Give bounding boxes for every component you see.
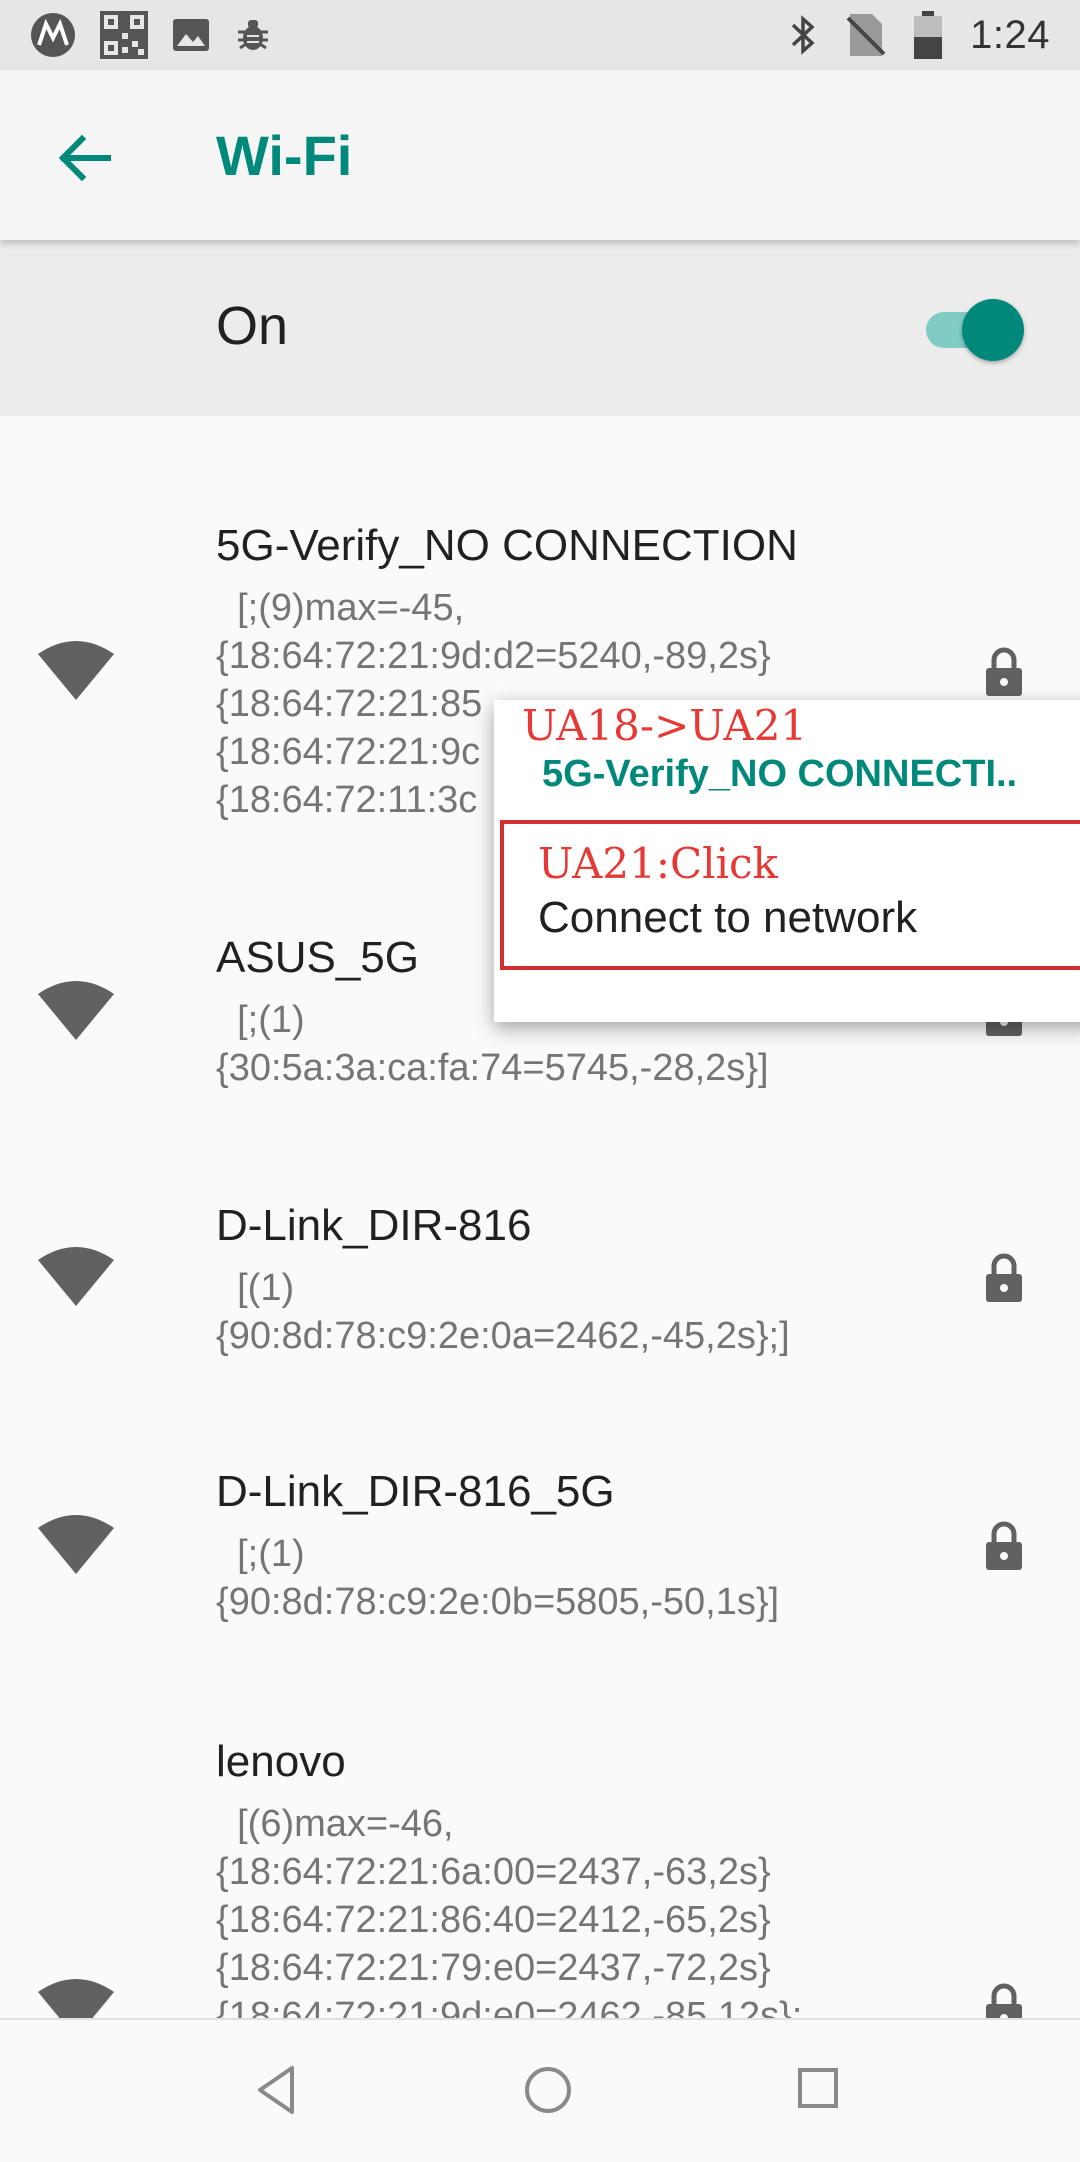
lock-icon: [986, 1253, 1022, 1302]
recents-nav-icon[interactable]: [788, 2060, 848, 2120]
qr-code-icon: [100, 11, 148, 59]
network-list-item[interactable]: D-Link_DIR-816 [(1) {90:8d:78:c9:2e:0a=2…: [0, 1176, 1080, 1396]
network-detail-line: {18:64:72:21:6a:00=2437,-63,2s}: [216, 1851, 771, 1893]
network-name: ASUS_5G: [216, 933, 419, 982]
network-context-menu: UA18->UA21 5G-Verify_NO CONNECTI.. UA21:…: [494, 700, 1080, 1022]
connect-to-network-label: Connect to network: [538, 893, 918, 942]
wifi-toggle-switch[interactable]: [926, 296, 1024, 361]
lock-icon: [986, 1983, 1022, 2018]
network-detail-line: {18:64:72:21:79:e0=2437,-72,2s}: [216, 1947, 771, 1989]
status-bar: 1:24: [0, 0, 1080, 70]
network-name: D-Link_DIR-816_5G: [216, 1467, 615, 1516]
battery-icon: [914, 11, 943, 59]
no-sim-icon: [846, 14, 886, 56]
connect-to-network-menu-item[interactable]: UA21:Click Connect to network: [500, 820, 1080, 970]
wifi-master-switch-row[interactable]: On: [0, 240, 1080, 416]
network-detail-line: {30:5a:3a:ca:fa:74=5745,-28,2s}]: [216, 1047, 769, 1089]
network-detail-line: [;(1): [216, 999, 305, 1041]
network-detail-line: {18:64:72:21:85: [216, 683, 483, 725]
back-arrow-icon[interactable]: [54, 128, 114, 188]
network-list-item[interactable]: D-Link_DIR-816_5G [;(1) {90:8d:78:c9:2e:…: [0, 1444, 1080, 1664]
network-detail-line: {18:64:72:21:9c: [216, 731, 481, 773]
navigation-bar: [0, 2018, 1080, 2162]
network-detail-line: {18:64:72:11:3c: [216, 779, 478, 821]
wifi-state-label: On: [216, 296, 289, 356]
clock: 1:24: [970, 12, 1050, 57]
page-title: Wi-Fi: [216, 124, 353, 187]
notification-icons: [30, 11, 272, 59]
system-icons: 1:24: [788, 0, 1050, 70]
network-detail-line: {90:8d:78:c9:2e:0a=2462,-45,2s};]: [216, 1315, 790, 1357]
wifi-signal-icon: [38, 1247, 114, 1306]
home-nav-icon[interactable]: [518, 2060, 578, 2120]
network-detail-line: {18:64:72:21:9d:e0=2462,-85,12s};: [216, 1995, 803, 2018]
popup-title: 5G-Verify_NO CONNECTI..: [542, 753, 1018, 795]
network-detail-line: {18:64:72:21:86:40=2412,-65,2s}: [216, 1899, 771, 1941]
network-name: D-Link_DIR-816: [216, 1201, 532, 1250]
image-icon: [173, 19, 209, 51]
network-name: lenovo: [216, 1737, 346, 1786]
lock-icon: [986, 647, 1022, 696]
network-detail-line: [;(1): [216, 1533, 305, 1575]
network-detail-line: [;(9)max=-45,: [216, 587, 465, 629]
bug-icon: [238, 20, 268, 50]
action-annotation: UA21:Click: [538, 839, 779, 888]
switch-thumb: [962, 299, 1024, 361]
wifi-signal-icon: [38, 1515, 114, 1574]
wifi-signal-icon: [38, 981, 114, 1040]
bluetooth-icon: [791, 15, 815, 55]
network-detail-line: [(1): [216, 1267, 295, 1309]
network-list-item[interactable]: lenovo [(6)max=-46, {18:64:72:21:6a:00=2…: [0, 1712, 1080, 2018]
network-detail-line: {18:64:72:21:9d:d2=5240,-89,2s}: [216, 635, 771, 677]
network-detail-line: {90:8d:78:c9:2e:0b=5805,-50,1s}]: [216, 1581, 780, 1623]
network-name: 5G-Verify_NO CONNECTION: [216, 521, 798, 570]
motorola-icon: [31, 13, 75, 57]
transition-annotation: UA18->UA21: [522, 701, 808, 750]
app-bar: Wi-Fi: [0, 70, 1080, 240]
wifi-signal-icon: [38, 1979, 114, 2018]
wifi-signal-icon: [38, 641, 114, 700]
back-nav-icon[interactable]: [248, 2060, 308, 2120]
network-detail-line: [(6)max=-46,: [216, 1803, 454, 1845]
lock-icon: [986, 1521, 1022, 1570]
